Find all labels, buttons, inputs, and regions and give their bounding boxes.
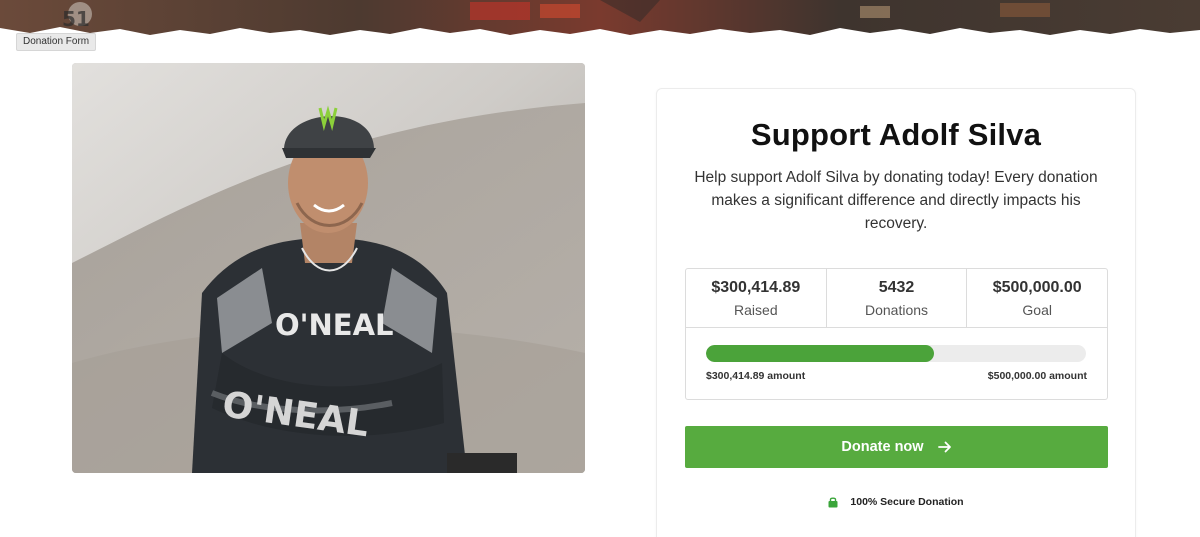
svg-text:51: 51 [62, 7, 90, 31]
campaign-description: Help support Adolf Silva by donating tod… [694, 169, 1098, 232]
donation-stats: $300,414.89 Raised 5432 Donations $500,0… [685, 268, 1108, 400]
donations-label: Donations [864, 302, 929, 318]
form-label: Donation Form [16, 33, 97, 51]
donate-now-label: Donate now [841, 439, 924, 455]
campaign-title: Support Adolf Silva [750, 117, 1042, 152]
stat-raised: $300,414.89 Raised [686, 269, 827, 327]
arrow-right-icon [937, 440, 952, 454]
donation-page: 51 Donation Form O'NEAL O'NEAL Support A… [0, 0, 1200, 537]
secure-donation: 100% Secure Donation [657, 496, 1135, 508]
progress-raised-amount: $300,414.89 amount [706, 370, 806, 382]
header-banner: 51 [0, 0, 1200, 40]
goal-label: Goal [1022, 302, 1052, 318]
raised-value: $300,414.89 [711, 279, 801, 296]
lock-icon [828, 496, 838, 508]
athlete-photo: O'NEAL O'NEAL [72, 63, 585, 473]
progress-goal-amount: $500,000.00 amount [987, 370, 1087, 382]
stats-row: $300,414.89 Raised 5432 Donations $500,0… [686, 269, 1107, 328]
raised-label: Raised [734, 302, 778, 318]
svg-text:O'NEAL: O'NEAL [275, 308, 394, 342]
goal-value: $500,000.00 [992, 279, 1082, 296]
progress-bar [706, 345, 1086, 362]
donations-value: 5432 [878, 279, 915, 296]
donation-card: Support Adolf Silva Help support Adolf S… [656, 88, 1136, 537]
stat-donations: 5432 Donations [827, 269, 968, 327]
progress-fill [706, 345, 935, 362]
secure-donation-label: 100% Secure Donation [850, 496, 964, 508]
stat-goal: $500,000.00 Goal [967, 269, 1107, 327]
donate-now-button[interactable]: Donate now [685, 426, 1108, 468]
